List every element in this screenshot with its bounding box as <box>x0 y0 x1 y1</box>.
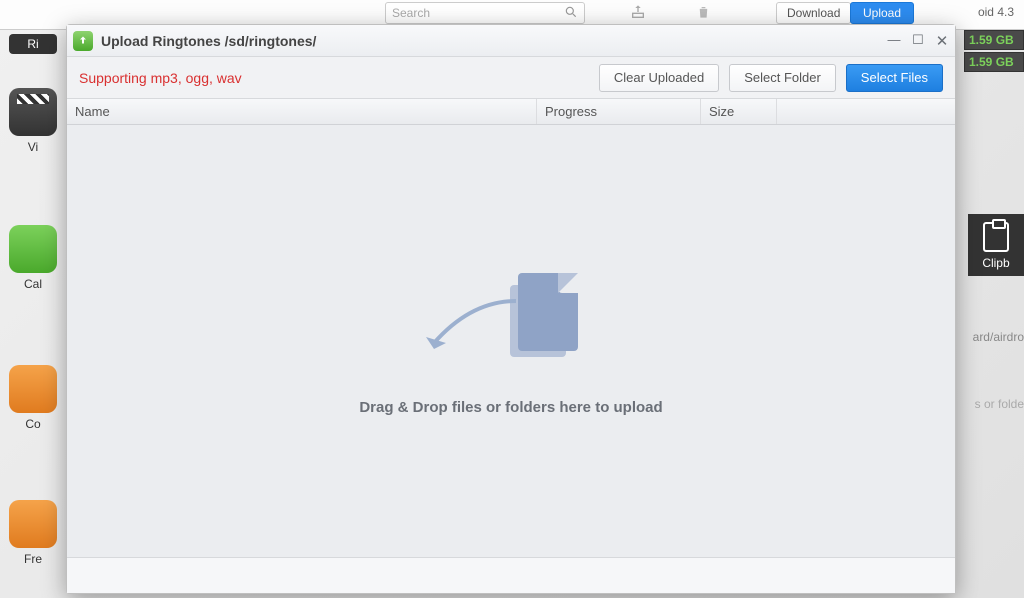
minimize-button[interactable]: — <box>887 32 901 50</box>
sidebar-label-call: Cal <box>0 277 66 291</box>
upload-button[interactable]: Upload <box>850 2 914 24</box>
search-input[interactable]: Search <box>385 2 585 24</box>
drop-zone[interactable]: Drag & Drop files or folders here to upl… <box>67 125 955 557</box>
storage-badge-2: 1.59 GB <box>964 52 1024 72</box>
sidebar-label-contacts: Co <box>0 417 66 431</box>
desktop-sidebar: Ri Vi Cal Co Fre <box>0 0 66 598</box>
column-size[interactable]: Size <box>701 99 777 124</box>
os-label: oid 4.3 <box>978 5 1014 19</box>
trash-icon[interactable] <box>696 4 711 25</box>
sidebar-label-videos: Vi <box>0 140 66 154</box>
sidebar-item-call[interactable]: Cal <box>0 225 66 291</box>
column-spacer <box>777 99 955 124</box>
sidebar-label-free: Fre <box>0 552 66 566</box>
storage-badge-1: 1.59 GB <box>964 30 1024 50</box>
dialog-actionbar: Supporting mp3, ogg, wav Clear Uploaded … <box>67 57 955 99</box>
download-button[interactable]: Download <box>776 2 851 24</box>
call-icon <box>9 225 57 273</box>
hint-fragment: s or folde <box>975 397 1024 411</box>
select-folder-button[interactable]: Select Folder <box>729 64 836 92</box>
sidebar-label-ringtones: Ri <box>9 34 57 54</box>
upload-table-header: Name Progress Size <box>67 99 955 125</box>
clipboard-icon <box>983 222 1009 252</box>
dialog-bottombar <box>67 557 955 593</box>
clipboard-widget[interactable]: Clipb <box>968 214 1024 276</box>
storage-badges: 1.59 GB 1.59 GB <box>964 30 1024 74</box>
search-placeholder: Search <box>392 6 564 20</box>
sidebar-item-videos[interactable]: Vi <box>0 88 66 154</box>
free-icon <box>9 500 57 548</box>
path-fragment: ard/airdro <box>973 330 1024 344</box>
column-name[interactable]: Name <box>67 99 537 124</box>
maximize-button[interactable]: ☐ <box>911 32 925 50</box>
drop-zone-text: Drag & Drop files or folders here to upl… <box>359 399 662 416</box>
clipboard-label: Clipb <box>968 256 1024 270</box>
select-files-button[interactable]: Select Files <box>846 64 943 92</box>
supported-formats-text: Supporting mp3, ogg, wav <box>79 70 242 86</box>
column-progress[interactable]: Progress <box>537 99 701 124</box>
upload-app-icon <box>73 31 93 51</box>
drop-arrow-icon <box>416 291 526 361</box>
sidebar-item-free[interactable]: Fre <box>0 500 66 566</box>
close-button[interactable]: ✕ <box>935 32 949 50</box>
clear-uploaded-button[interactable]: Clear Uploaded <box>599 64 719 92</box>
videos-icon <box>9 88 57 136</box>
desktop-background: Search Download Upload oid 4.3 1.59 GB 1… <box>0 0 1024 598</box>
upload-dialog: Upload Ringtones /sd/ringtones/ — ☐ ✕ Su… <box>66 24 956 594</box>
drop-illustration <box>426 267 596 377</box>
window-controls: — ☐ ✕ <box>887 32 949 50</box>
file-front-icon <box>518 273 578 351</box>
dialog-title: Upload Ringtones /sd/ringtones/ <box>101 33 316 49</box>
dialog-titlebar[interactable]: Upload Ringtones /sd/ringtones/ — ☐ ✕ <box>67 25 955 57</box>
sidebar-item-contacts[interactable]: Co <box>0 365 66 431</box>
search-icon <box>564 5 578 22</box>
share-icon[interactable] <box>630 4 646 25</box>
contacts-icon <box>9 365 57 413</box>
sidebar-item-ringtones[interactable]: Ri <box>0 34 66 54</box>
